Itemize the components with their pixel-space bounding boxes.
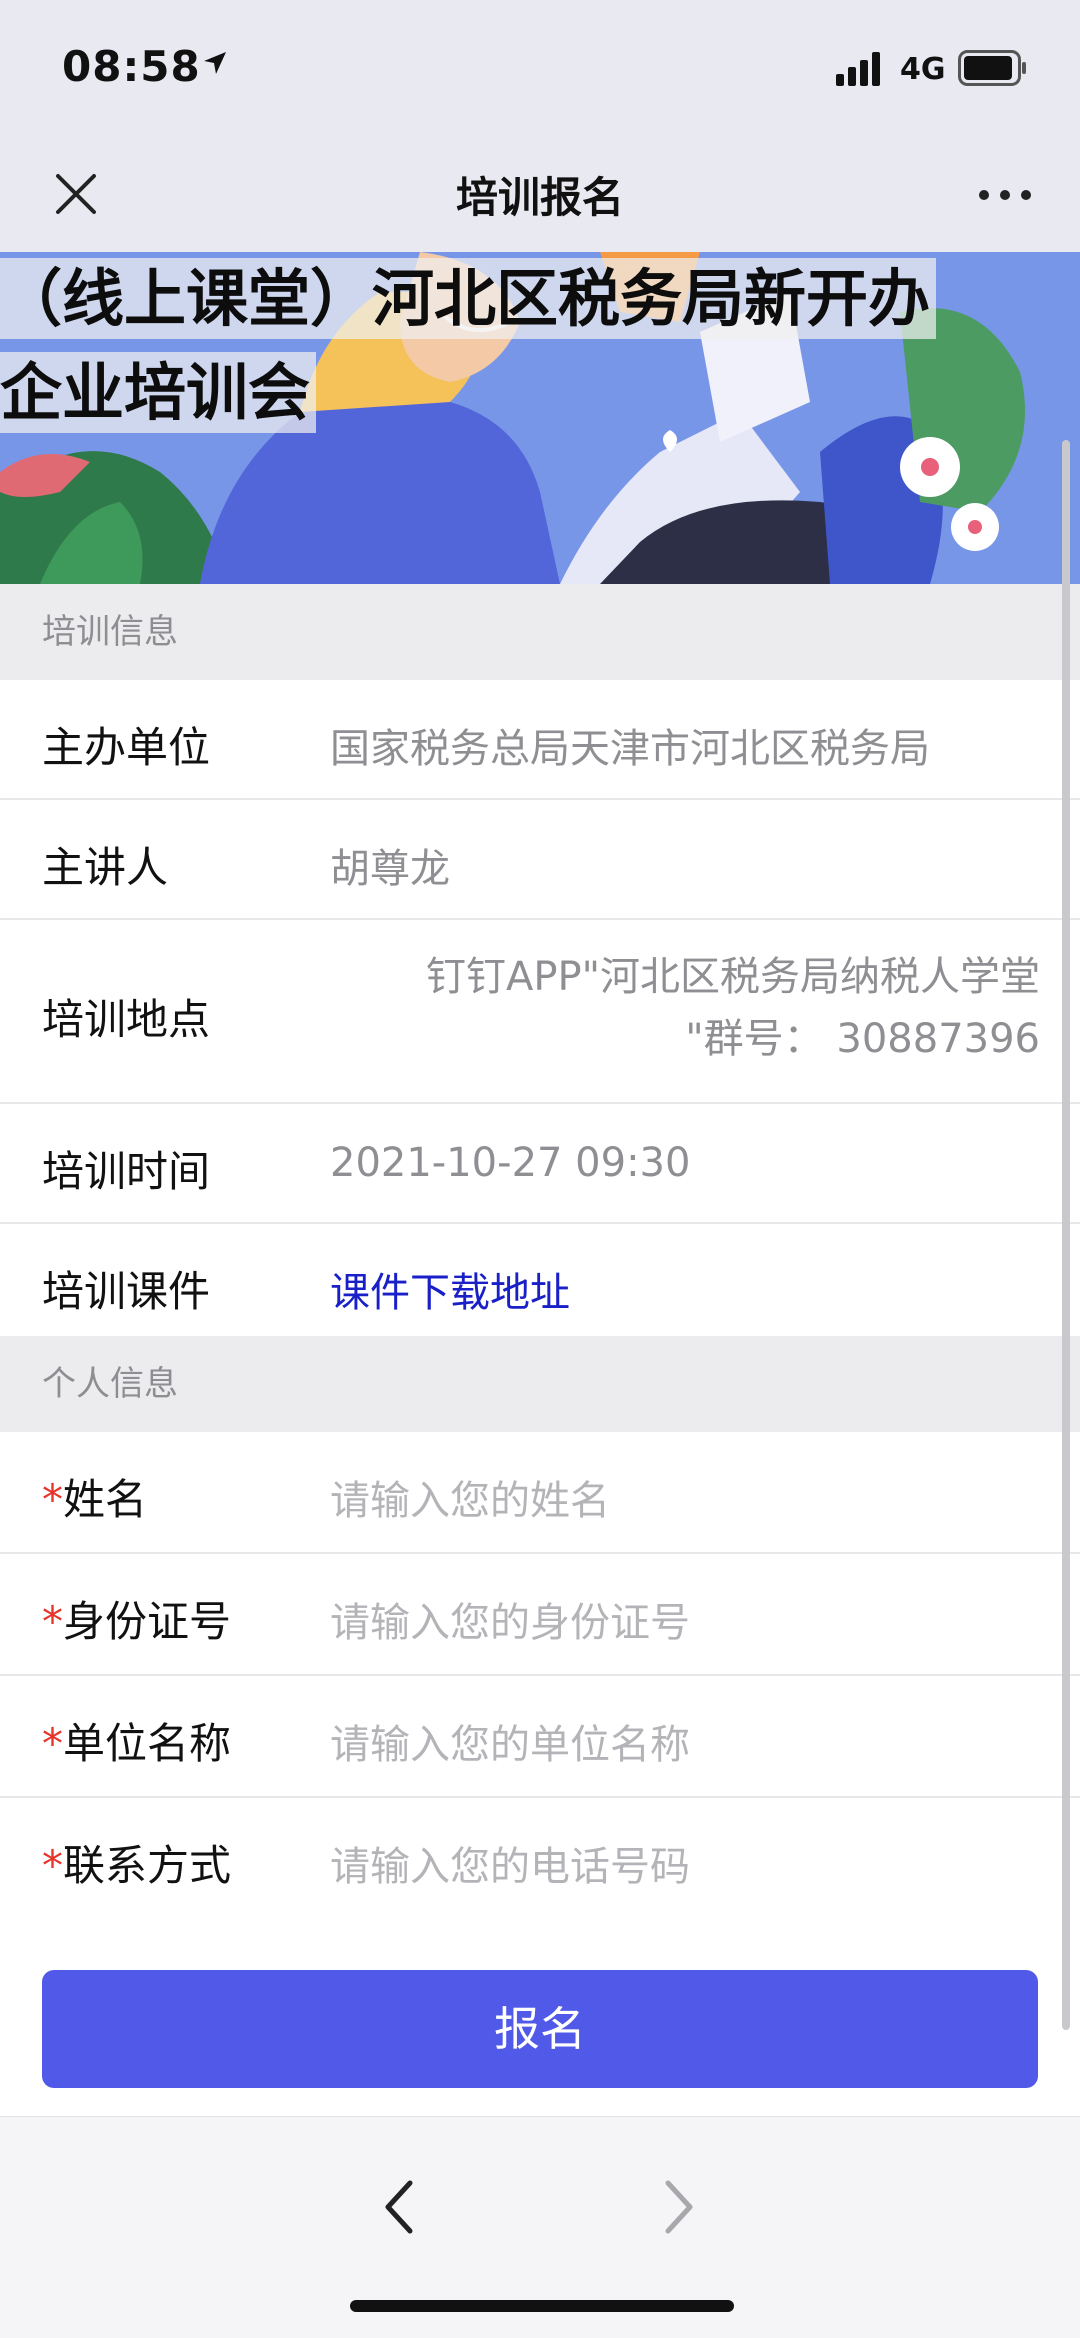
field-label: *身份证号 <box>42 1597 232 1646</box>
field-name: *姓名 请输入您的姓名 <box>0 1432 1080 1554</box>
banner-title-line1: （线上课堂）河北区税务局新开办 <box>0 258 937 339</box>
nav-bar: 培训报名 <box>0 140 1080 252</box>
section-personal-info: 个人信息 <box>0 1336 1080 1432</box>
battery-icon <box>958 50 1026 86</box>
row-label: 培训课件 <box>42 1267 211 1316</box>
register-button[interactable]: 报名 <box>42 1970 1038 2088</box>
field-label: *单位名称 <box>42 1719 232 1768</box>
courseware-download-link[interactable]: 课件下载地址 <box>330 1260 570 1318</box>
forward-arrow-icon[interactable] <box>658 2177 698 2237</box>
location-value: 钉钉APP"河北区税务局纳税人学堂 "群号： 30887396 <box>330 946 1040 1070</box>
signal-icon <box>836 52 880 86</box>
row-organizer: 主办单位 国家税务总局天津市河北区税务局 <box>0 680 1080 800</box>
speaker-value: 胡尊龙 <box>330 846 450 892</box>
training-info-list: 主办单位 国家税务总局天津市河北区税务局 主讲人 胡尊龙 培训地点 钉钉APP"… <box>0 680 1080 1342</box>
required-mark: * <box>42 1719 63 1768</box>
name-input[interactable]: 请输入您的姓名 <box>330 1468 610 1526</box>
required-mark: * <box>42 1475 63 1524</box>
field-label: *联系方式 <box>42 1841 232 1890</box>
required-mark: * <box>42 1841 63 1890</box>
id-number-input[interactable]: 请输入您的身份证号 <box>330 1590 690 1648</box>
row-courseware: 培训课件 课件下载地址 <box>0 1224 1080 1342</box>
status-time: 08:58 <box>62 42 201 91</box>
row-location: 培训地点 钉钉APP"河北区税务局纳税人学堂 "群号： 30887396 <box>0 920 1080 1104</box>
more-icon[interactable] <box>970 170 1040 220</box>
company-input[interactable]: 请输入您的单位名称 <box>330 1712 690 1770</box>
status-bar: 08:58 4G <box>0 0 1080 140</box>
row-speaker: 主讲人 胡尊龙 <box>0 800 1080 920</box>
row-time: 培训时间 2021-10-27 09:30 <box>0 1104 1080 1224</box>
row-label: 培训地点 <box>42 995 211 1044</box>
row-label: 主办单位 <box>42 723 211 772</box>
network-type: 4G <box>900 52 946 87</box>
location-arrow-icon <box>204 52 226 74</box>
page-title: 培训报名 <box>455 173 624 222</box>
location-line2: "群号： 30887396 <box>685 1016 1040 1062</box>
row-label: 主讲人 <box>42 843 169 892</box>
field-company: *单位名称 请输入您的单位名称 <box>0 1676 1080 1798</box>
phone-input[interactable]: 请输入您的电话号码 <box>330 1834 690 1892</box>
organizer-value: 国家税务总局天津市河北区税务局 <box>330 726 930 772</box>
time-value: 2021-10-27 09:30 <box>330 1140 691 1186</box>
field-label: *姓名 <box>42 1475 148 1524</box>
personal-info-form: *姓名 请输入您的姓名 *身份证号 请输入您的身份证号 *单位名称 请输入您的单… <box>0 1432 1080 1894</box>
field-id-number: *身份证号 请输入您的身份证号 <box>0 1554 1080 1676</box>
section-training-info: 培训信息 <box>0 584 1080 680</box>
location-line1: 钉钉APP"河北区税务局纳税人学堂 <box>425 954 1040 1000</box>
banner-title-line2: 企业培训会 <box>0 352 317 433</box>
home-indicator[interactable] <box>350 2300 734 2312</box>
row-label: 培训时间 <box>42 1147 211 1196</box>
required-mark: * <box>42 1597 63 1646</box>
banner: （线上课堂）河北区税务局新开办 企业培训会 <box>0 252 1080 584</box>
scrollbar[interactable] <box>1062 440 1070 2030</box>
banner-title: （线上课堂）河北区税务局新开办 企业培训会 <box>0 252 1080 440</box>
submit-area: 报名 <box>0 1890 1080 2116</box>
back-arrow-icon[interactable] <box>380 2177 420 2237</box>
field-contact: *联系方式 请输入您的电话号码 <box>0 1798 1080 1894</box>
